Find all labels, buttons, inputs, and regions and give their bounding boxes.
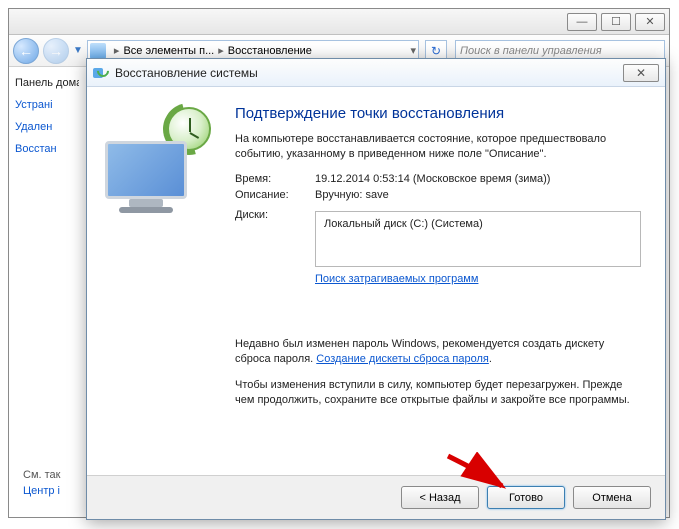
maximize-button[interactable]: ☐ (601, 13, 631, 31)
time-value: 19.12.2014 0:53:14 (Московское время (зи… (315, 173, 641, 185)
monitor-clock-icon (105, 113, 215, 213)
forward-nav-button[interactable]: → (43, 38, 69, 64)
sidebar: Панель домашн Устрані Удален Восстан (9, 67, 85, 517)
chevron-down-icon[interactable]: ▼ (73, 45, 83, 56)
minimize-button[interactable]: — (567, 13, 597, 31)
dialog-title: Восстановление системы (115, 66, 623, 80)
sidebar-footer: См. так Центр і (23, 469, 60, 497)
sidebar-item[interactable]: Устрані (15, 99, 79, 111)
dialog-content: Подтверждение точки восстановления На ко… (235, 105, 641, 475)
finish-button[interactable]: Готово (487, 486, 565, 509)
back-nav-button[interactable]: ← (13, 38, 39, 64)
desc-value: Вручную: save (315, 189, 641, 201)
disks-value: Локальный диск (C:) (Система) (324, 218, 483, 230)
dialog-footer: < Назад Готово Отмена (87, 475, 665, 519)
dialog-body: Подтверждение точки восстановления На ко… (87, 87, 665, 475)
info-row-time: Время: 19.12.2014 0:53:14 (Московское вр… (235, 173, 641, 185)
see-also-label: См. так (23, 469, 60, 481)
dialog-close-button[interactable]: ✕ (623, 64, 659, 82)
desc-label: Описание: (235, 189, 315, 201)
info-row-disks: Диски: Локальный диск (C:) (Система) Пои… (235, 209, 641, 285)
dialog-description: На компьютере восстанавливается состояни… (235, 132, 641, 163)
search-placeholder: Поиск в панели управления (460, 45, 602, 57)
cancel-button[interactable]: Отмена (573, 486, 651, 509)
back-button[interactable]: < Назад (401, 486, 479, 509)
breadcrumb-separator: ▸ (114, 44, 120, 57)
dialog-heading: Подтверждение точки восстановления (235, 105, 641, 122)
disks-value-wrap: Локальный диск (C:) (Система) Поиск затр… (315, 209, 641, 285)
info-row-desc: Описание: Вручную: save (235, 189, 641, 201)
breadcrumb-dropdown-icon[interactable]: ▾ (410, 44, 416, 57)
close-button[interactable]: ✕ (635, 13, 665, 31)
sidebar-item[interactable]: Восстан (15, 143, 79, 155)
breadcrumb-separator: ▸ (218, 44, 224, 57)
breadcrumb-item[interactable]: Восстановление (228, 45, 312, 57)
system-restore-dialog: Восстановление системы ✕ Подтверждение т… (86, 58, 666, 520)
disks-label: Диски: (235, 209, 315, 221)
parent-titlebar: — ☐ ✕ (9, 9, 669, 35)
control-panel-icon (90, 43, 106, 59)
dialog-titlebar: Восстановление системы ✕ (87, 59, 665, 87)
reboot-note: Чтобы изменения вступили в силу, компьют… (235, 378, 641, 409)
disks-box: Локальный диск (C:) (Система) (315, 211, 641, 267)
breadcrumb-item[interactable]: Все элементы п... (123, 45, 214, 57)
restore-icon (93, 65, 109, 81)
sidebar-item[interactable]: Удален (15, 121, 79, 133)
dialog-graphic (105, 105, 235, 475)
action-center-link[interactable]: Центр і (23, 485, 60, 497)
password-note: Недавно был изменен пароль Windows, реко… (235, 337, 641, 368)
sidebar-item-home[interactable]: Панель домашн (15, 77, 79, 89)
time-label: Время: (235, 173, 315, 185)
scan-programs-link[interactable]: Поиск затрагиваемых программ (315, 273, 478, 285)
password-disk-link[interactable]: Создание дискеты сброса пароля (316, 352, 489, 367)
